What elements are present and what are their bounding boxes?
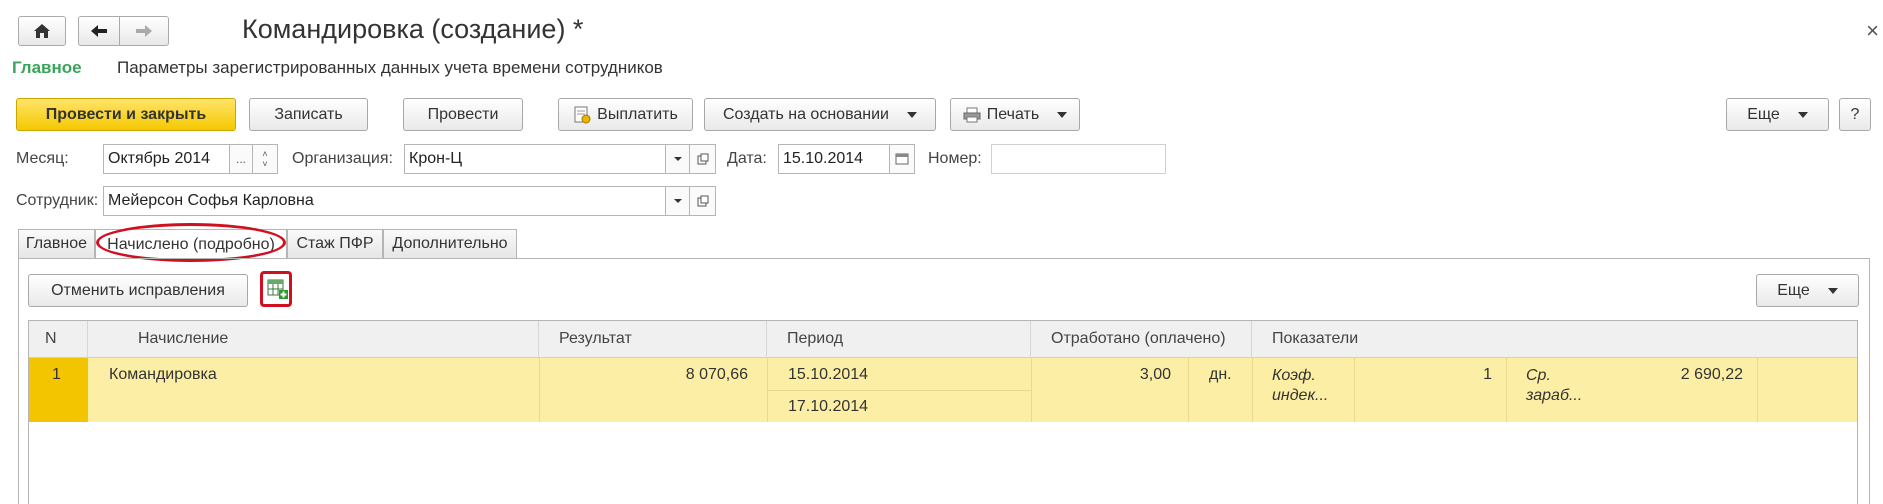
column-header-worked[interactable]: Отработано (оплачено)	[1031, 321, 1252, 358]
chevron-down-icon	[907, 111, 917, 118]
row-period-to: 17.10.2014	[788, 398, 869, 415]
column-divider	[1252, 358, 1253, 422]
more-button-label: Еще	[1747, 105, 1780, 123]
chevron-down-icon	[1827, 287, 1838, 294]
row-period-from: 15.10.2014	[788, 366, 869, 383]
accruals-table: N Начисление Результат Период Отработано…	[28, 320, 1858, 504]
column-header-result[interactable]: Результат	[539, 321, 767, 358]
employee-field[interactable]: Мейерсон Софья Карловна	[103, 186, 666, 216]
month-stepper[interactable]: ˄ ˅	[252, 144, 278, 174]
month-label: Месяц:	[16, 150, 69, 167]
row-accrual: Командировка	[109, 366, 217, 383]
tab-additional[interactable]: Дополнительно	[383, 229, 517, 258]
organization-dropdown-button[interactable]	[665, 144, 690, 174]
row-worked: 3,00	[1139, 366, 1171, 383]
back-button[interactable]	[78, 16, 119, 46]
save-button[interactable]: Записать	[249, 98, 368, 131]
date-field[interactable]: 15.10.2014	[778, 144, 890, 174]
period-row-divider	[767, 390, 1031, 391]
print-button[interactable]: Печать	[950, 98, 1080, 131]
create-based-button[interactable]: Создать на основании	[704, 98, 936, 131]
pay-button-label: Выплатить	[597, 105, 678, 123]
chevron-down-icon	[1797, 111, 1808, 118]
row-worked-unit: дн.	[1209, 366, 1232, 383]
employee-label: Сотрудник:	[16, 192, 99, 209]
window-title: Командировка (создание) *	[242, 14, 584, 44]
row-number: 1	[52, 366, 61, 383]
open-window-icon	[697, 153, 708, 165]
row-result: 8 070,66	[685, 366, 748, 383]
column-header-period[interactable]: Период	[767, 321, 1031, 358]
chevron-down-icon	[673, 199, 682, 203]
help-button[interactable]: ?	[1839, 98, 1871, 131]
forward-button[interactable]	[119, 16, 169, 46]
date-calendar-button[interactable]	[889, 144, 915, 174]
month-field[interactable]: Октябрь 2014	[103, 144, 230, 174]
column-divider	[1188, 358, 1189, 422]
organization-label: Организация:	[292, 150, 393, 167]
row-indicator2-value: 2 690,22	[1680, 366, 1743, 383]
number-field[interactable]	[991, 144, 1166, 174]
column-header-n[interactable]: N	[29, 321, 88, 358]
row-indicator2-name: Ср. зараб...	[1526, 367, 1583, 404]
tab-main[interactable]: Главное	[18, 229, 95, 258]
pay-document-icon	[574, 106, 591, 123]
column-divider	[1506, 358, 1507, 422]
number-label: Номер:	[928, 150, 982, 167]
add-row-highlight-marker	[260, 271, 292, 307]
column-header-accrual[interactable]: Начисление	[88, 321, 539, 358]
tab-pfr-experience[interactable]: Стаж ПФР	[287, 229, 383, 258]
section-params-link[interactable]: Параметры зарегистрированных данных учет…	[117, 58, 663, 78]
open-window-icon	[697, 195, 708, 207]
panel-more-label: Еще	[1777, 281, 1810, 299]
close-icon[interactable]: ×	[1866, 18, 1879, 44]
column-divider	[1757, 358, 1758, 422]
month-select-button[interactable]: ...	[229, 144, 253, 174]
chevron-down-icon	[1057, 111, 1068, 118]
print-button-label: Печать	[986, 105, 1040, 123]
organization-open-button[interactable]	[689, 144, 716, 174]
post-and-close-button[interactable]: Провести и закрыть	[16, 98, 236, 131]
home-icon	[34, 24, 50, 38]
cancel-corrections-button[interactable]: Отменить исправления	[28, 274, 248, 307]
section-main-link[interactable]: Главное	[12, 58, 82, 78]
employee-open-button[interactable]	[689, 186, 716, 216]
more-button[interactable]: Еще	[1726, 98, 1829, 131]
date-label: Дата:	[727, 150, 767, 167]
tab-highlight-marker	[96, 223, 286, 262]
row-indicator1-value: 1	[1483, 366, 1492, 383]
arrow-right-icon	[136, 25, 152, 37]
stepper-up-icon[interactable]: ˄	[262, 149, 267, 159]
organization-field[interactable]: Крон-Ц	[404, 144, 666, 174]
column-header-indicators[interactable]: Показатели	[1252, 321, 1857, 358]
stepper-down-icon[interactable]: ˅	[262, 159, 267, 169]
row-indicator1-name: Коэф. индек...	[1272, 367, 1329, 404]
printer-icon	[963, 107, 981, 122]
arrow-left-icon	[91, 25, 107, 37]
pay-button[interactable]: Выплатить	[558, 98, 693, 131]
home-button[interactable]	[18, 16, 66, 46]
calendar-icon	[895, 153, 909, 165]
chevron-down-icon	[673, 157, 682, 161]
employee-dropdown-button[interactable]	[665, 186, 690, 216]
post-button[interactable]: Провести	[403, 98, 523, 131]
panel-more-button[interactable]: Еще	[1756, 274, 1859, 307]
create-based-label: Создать на основании	[723, 105, 889, 123]
